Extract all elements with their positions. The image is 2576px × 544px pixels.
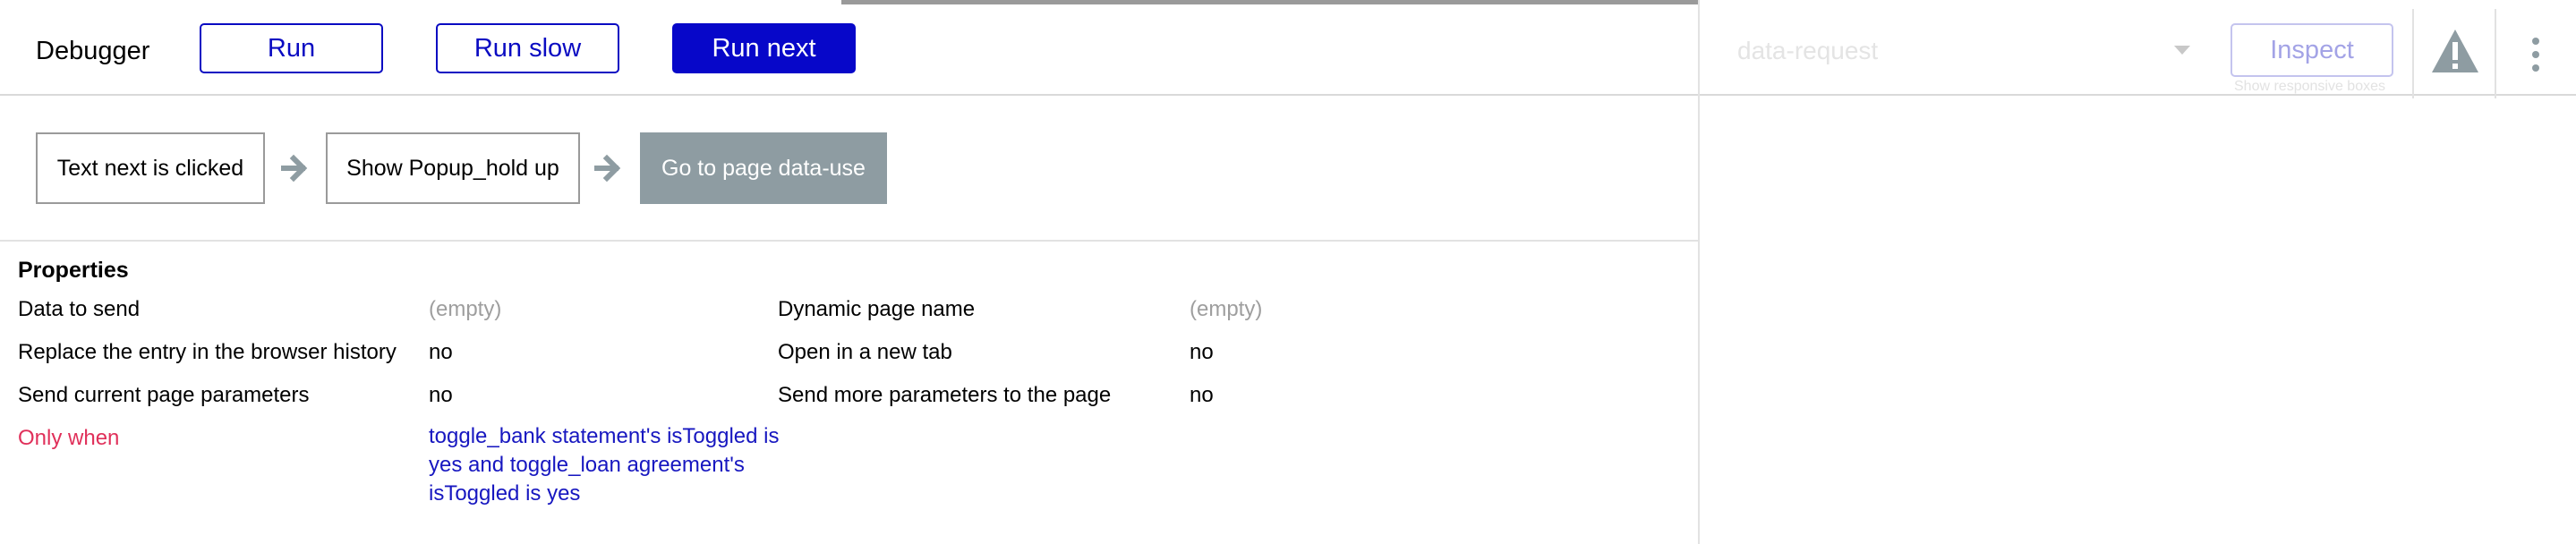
property-value: (empty) <box>1190 297 1263 321</box>
property-label: Send more parameters to the page <box>778 383 1112 407</box>
arrow-right-icon <box>594 154 621 183</box>
property-value: no <box>1190 340 1214 364</box>
warning-icon[interactable] <box>2430 28 2480 74</box>
property-label: Send current page parameters <box>18 383 310 407</box>
run-slow-button[interactable]: Run slow <box>436 23 619 73</box>
inspector-panel: data-request Inspect Show responsive box… <box>1700 0 2576 544</box>
debugger-panel: Debugger Run Run slow Run next Text next… <box>0 0 1700 544</box>
inspector-toolbar: data-request Inspect Show responsive box… <box>1700 4 2576 98</box>
show-responsive-boxes-link[interactable]: Show responsive boxes <box>2234 79 2385 95</box>
run-button[interactable]: Run <box>200 23 383 73</box>
debugger-title: Debugger <box>36 37 150 65</box>
property-value: no <box>429 383 453 407</box>
run-next-button[interactable]: Run next <box>672 23 856 73</box>
element-select[interactable]: data-request <box>1737 37 2113 72</box>
divider <box>2412 9 2414 98</box>
step-go-to-page[interactable]: Go to page data-use <box>640 132 887 204</box>
only-when-label: Only when <box>18 426 120 450</box>
properties-heading: Properties <box>18 258 129 283</box>
only-when-condition[interactable]: toggle_bank statement's isToggled is yes… <box>429 422 787 508</box>
property-label: Replace the entry in the browser history <box>18 340 397 364</box>
property-label: Dynamic page name <box>778 297 976 321</box>
more-vertical-icon[interactable] <box>2530 37 2541 72</box>
property-value: no <box>429 340 453 364</box>
chevron-down-icon[interactable] <box>2174 46 2190 55</box>
property-label: Open in a new tab <box>778 340 952 364</box>
divider <box>2495 9 2496 98</box>
property-value: (empty) <box>429 297 502 321</box>
debugger-toolbar: Debugger Run Run slow Run next <box>0 4 1698 96</box>
arrow-right-icon <box>281 154 308 183</box>
workflow-steps: Text next is clicked Show Popup_hold up … <box>0 96 1698 242</box>
property-value: no <box>1190 383 1214 407</box>
inspect-button[interactable]: Inspect <box>2231 23 2393 77</box>
step-show-popup[interactable]: Show Popup_hold up <box>326 132 580 204</box>
step-text-next-clicked[interactable]: Text next is clicked <box>36 132 265 204</box>
property-label: Data to send <box>18 297 141 321</box>
